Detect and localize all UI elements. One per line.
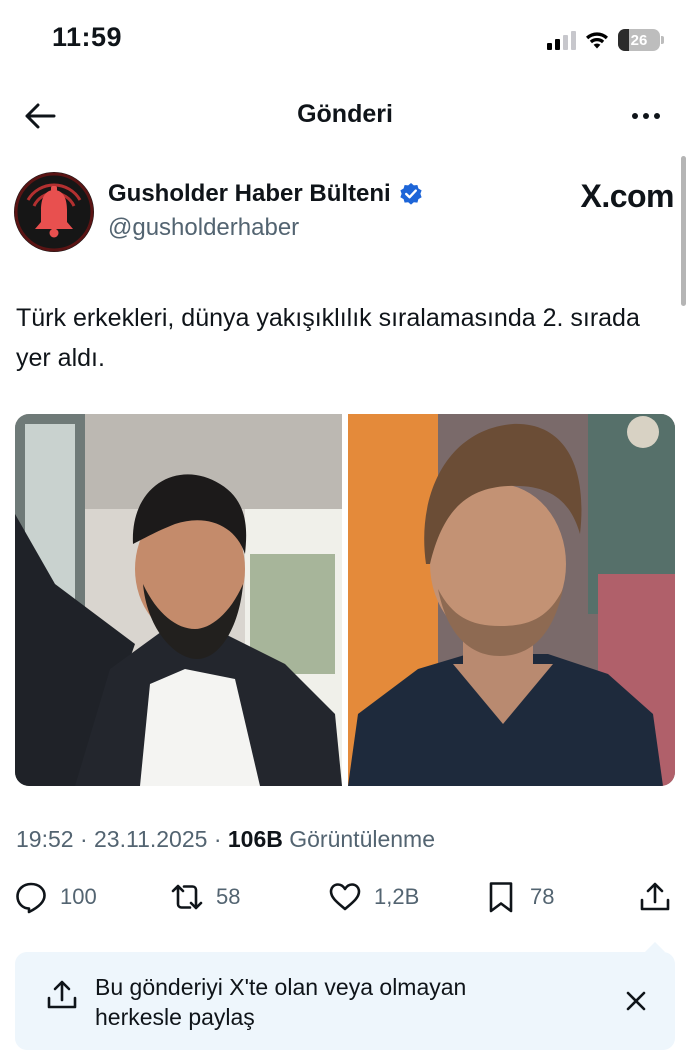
heart-icon bbox=[329, 883, 361, 911]
post-author: Gusholder Haber Bülteni @gusholderhaber … bbox=[14, 170, 674, 254]
share-button[interactable] bbox=[638, 880, 672, 914]
page-title: Gönderi bbox=[297, 100, 393, 128]
bookmark-icon bbox=[489, 882, 513, 913]
bookmark-button[interactable]: 78 bbox=[484, 880, 554, 914]
post-meta: 19:52 · 23.11.2025 · 106B Görüntülenme bbox=[16, 826, 435, 853]
repost-icon bbox=[171, 884, 203, 910]
views-count[interactable]: 106B bbox=[228, 826, 283, 852]
reply-count: 100 bbox=[60, 884, 97, 909]
like-count: 1,2B bbox=[374, 884, 420, 909]
post-time[interactable]: 19:52 bbox=[16, 826, 74, 852]
share-icon bbox=[640, 882, 670, 911]
author-name[interactable]: Gusholder Haber Bülteni bbox=[108, 180, 391, 208]
portrait-photo-left bbox=[15, 414, 342, 786]
status-bar: 11:59 26 bbox=[0, 0, 690, 80]
signal-icon bbox=[547, 30, 576, 50]
more-horizontal-icon bbox=[632, 113, 638, 119]
scrollbar[interactable] bbox=[681, 156, 686, 306]
post-date[interactable]: 23.11.2025 bbox=[94, 826, 207, 852]
share-icon bbox=[47, 980, 77, 1009]
share-banner-text: Bu gönderiyi X'te olan veya olmayan herk… bbox=[95, 974, 467, 1030]
post-actions: 100 58 1,2B 78 bbox=[14, 880, 678, 924]
status-icons: 26 bbox=[547, 26, 664, 54]
avatar[interactable] bbox=[14, 172, 94, 252]
repost-button[interactable]: 58 bbox=[170, 880, 240, 914]
author-handle[interactable]: @gusholderhaber bbox=[108, 214, 299, 242]
status-time: 11:59 bbox=[52, 22, 123, 52]
site-label: X.com bbox=[580, 178, 674, 214]
bell-icon bbox=[14, 172, 94, 252]
battery-level: 26 bbox=[630, 31, 648, 49]
views-label: Görüntülenme bbox=[289, 826, 435, 852]
photo-right[interactable] bbox=[348, 414, 675, 786]
photo-left[interactable] bbox=[15, 414, 342, 786]
meta-separator: · bbox=[213, 826, 222, 852]
meta-separator: · bbox=[79, 826, 88, 852]
close-icon[interactable] bbox=[621, 986, 651, 1016]
bookmark-count: 78 bbox=[530, 884, 555, 909]
more-options-button[interactable] bbox=[624, 98, 668, 134]
battery-icon: 26 bbox=[618, 29, 664, 51]
post-media bbox=[15, 414, 675, 786]
repost-count: 58 bbox=[216, 884, 241, 909]
reply-button[interactable]: 100 bbox=[14, 880, 97, 914]
reply-icon bbox=[16, 882, 46, 914]
post-text: Türk erkekleri, dünya yakışıklılık sıral… bbox=[16, 304, 640, 372]
portrait-photo-right bbox=[348, 414, 675, 786]
verified-badge-icon bbox=[400, 183, 422, 205]
like-button[interactable]: 1,2B bbox=[328, 880, 419, 914]
wifi-icon bbox=[586, 32, 608, 49]
share-banner[interactable]: Bu gönderiyi X'te olan veya olmayan herk… bbox=[15, 942, 675, 1050]
nav-header: Gönderi bbox=[0, 86, 690, 146]
